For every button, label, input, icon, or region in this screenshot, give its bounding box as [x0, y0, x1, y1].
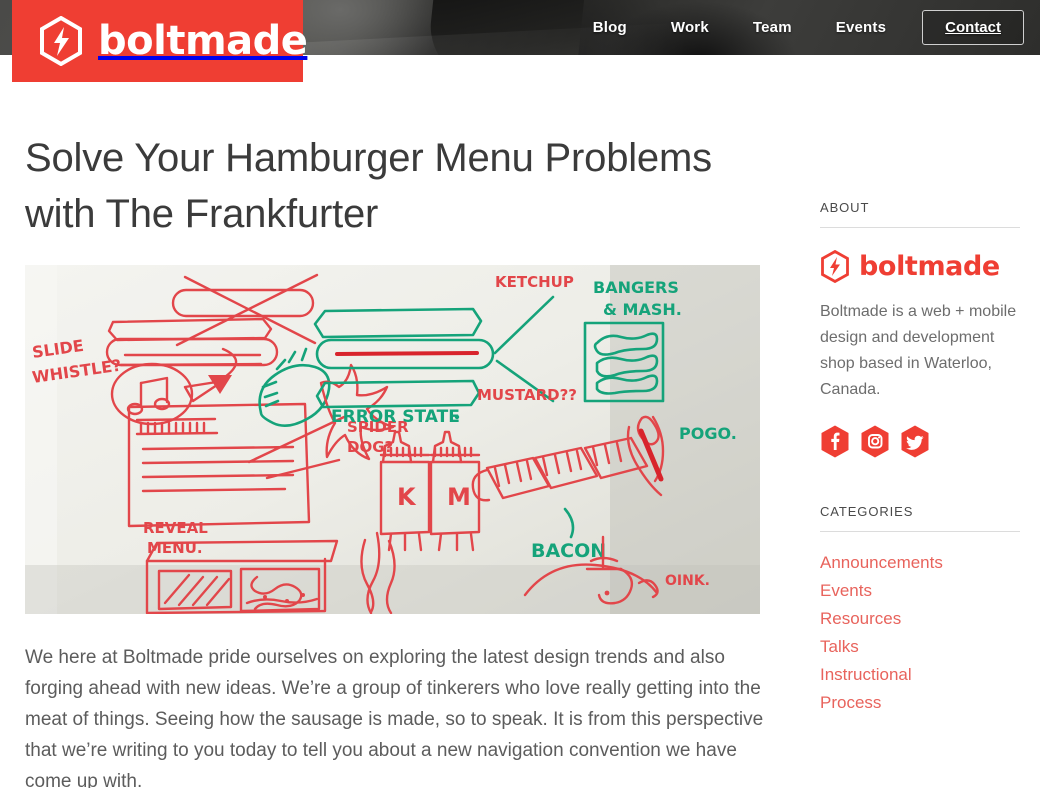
categories-block: CATEGORIES Announcements Events Resource…: [820, 504, 1020, 715]
category-resources[interactable]: Resources: [820, 606, 1020, 631]
main-navigation: Blog Work Team Events Contact: [571, 0, 1040, 55]
nav-work[interactable]: Work: [649, 0, 731, 55]
facebook-icon[interactable]: [820, 425, 850, 458]
hexagon-bolt-icon: [38, 15, 84, 67]
category-events[interactable]: Events: [820, 578, 1020, 603]
sidebar-brand-logo: boltmade: [820, 249, 1020, 284]
svg-text:M: M: [447, 483, 471, 511]
svg-text:BANGERS: BANGERS: [593, 278, 679, 297]
sidebar: ABOUT boltmade Boltmade is a web + mobil…: [820, 200, 1020, 715]
nav-events[interactable]: Events: [814, 0, 908, 55]
svg-text:& MASH.: & MASH.: [603, 300, 682, 319]
categories-heading: CATEGORIES: [820, 504, 1020, 532]
contact-button[interactable]: Contact: [922, 10, 1024, 45]
svg-text:OINK.: OINK.: [665, 573, 710, 589]
nav-blog[interactable]: Blog: [571, 0, 649, 55]
svg-text:DOG?: DOG?: [347, 438, 393, 456]
svg-text:KETCHUP: KETCHUP: [495, 273, 574, 291]
page-title: Solve Your Hamburger Menu Problems with …: [25, 136, 712, 236]
category-talks[interactable]: Talks: [820, 634, 1020, 659]
instagram-icon[interactable]: [860, 425, 890, 458]
svg-text:REVEAL: REVEAL: [143, 519, 208, 537]
category-announcements[interactable]: Announcements: [820, 550, 1020, 575]
svg-text:ERROR STATE: ERROR STATE: [331, 407, 460, 427]
page-root: boltmade Blog Work Team Events Contact S…: [0, 0, 1040, 788]
article-body: We here at Boltmade pride ourselves on e…: [25, 647, 764, 788]
twitter-icon[interactable]: [900, 425, 930, 458]
category-instructional[interactable]: Instructional: [820, 662, 1020, 687]
logo-wordmark: boltmade: [98, 18, 308, 64]
site-logo[interactable]: boltmade: [12, 0, 308, 82]
social-links: [820, 425, 1020, 458]
sidebar-logo-wordmark: boltmade: [859, 251, 1000, 282]
article-content: Solve Your Hamburger Menu Problems with …: [25, 130, 763, 788]
about-heading: ABOUT: [820, 200, 1020, 228]
svg-text:K: K: [397, 483, 417, 511]
hexagon-bolt-icon: [820, 249, 850, 284]
categories-list: Announcements Events Resources Talks Ins…: [820, 550, 1020, 715]
about-description: Boltmade is a web + mobile design and de…: [820, 303, 1017, 398]
svg-text:MUSTARD??: MUSTARD??: [477, 386, 577, 404]
category-process[interactable]: Process: [820, 690, 1020, 715]
svg-text:POGO.: POGO.: [679, 424, 737, 443]
whiteboard-sketch-image: .r{stroke:#e2464a;fill:none;stroke-width…: [25, 265, 760, 614]
nav-team[interactable]: Team: [731, 0, 814, 55]
